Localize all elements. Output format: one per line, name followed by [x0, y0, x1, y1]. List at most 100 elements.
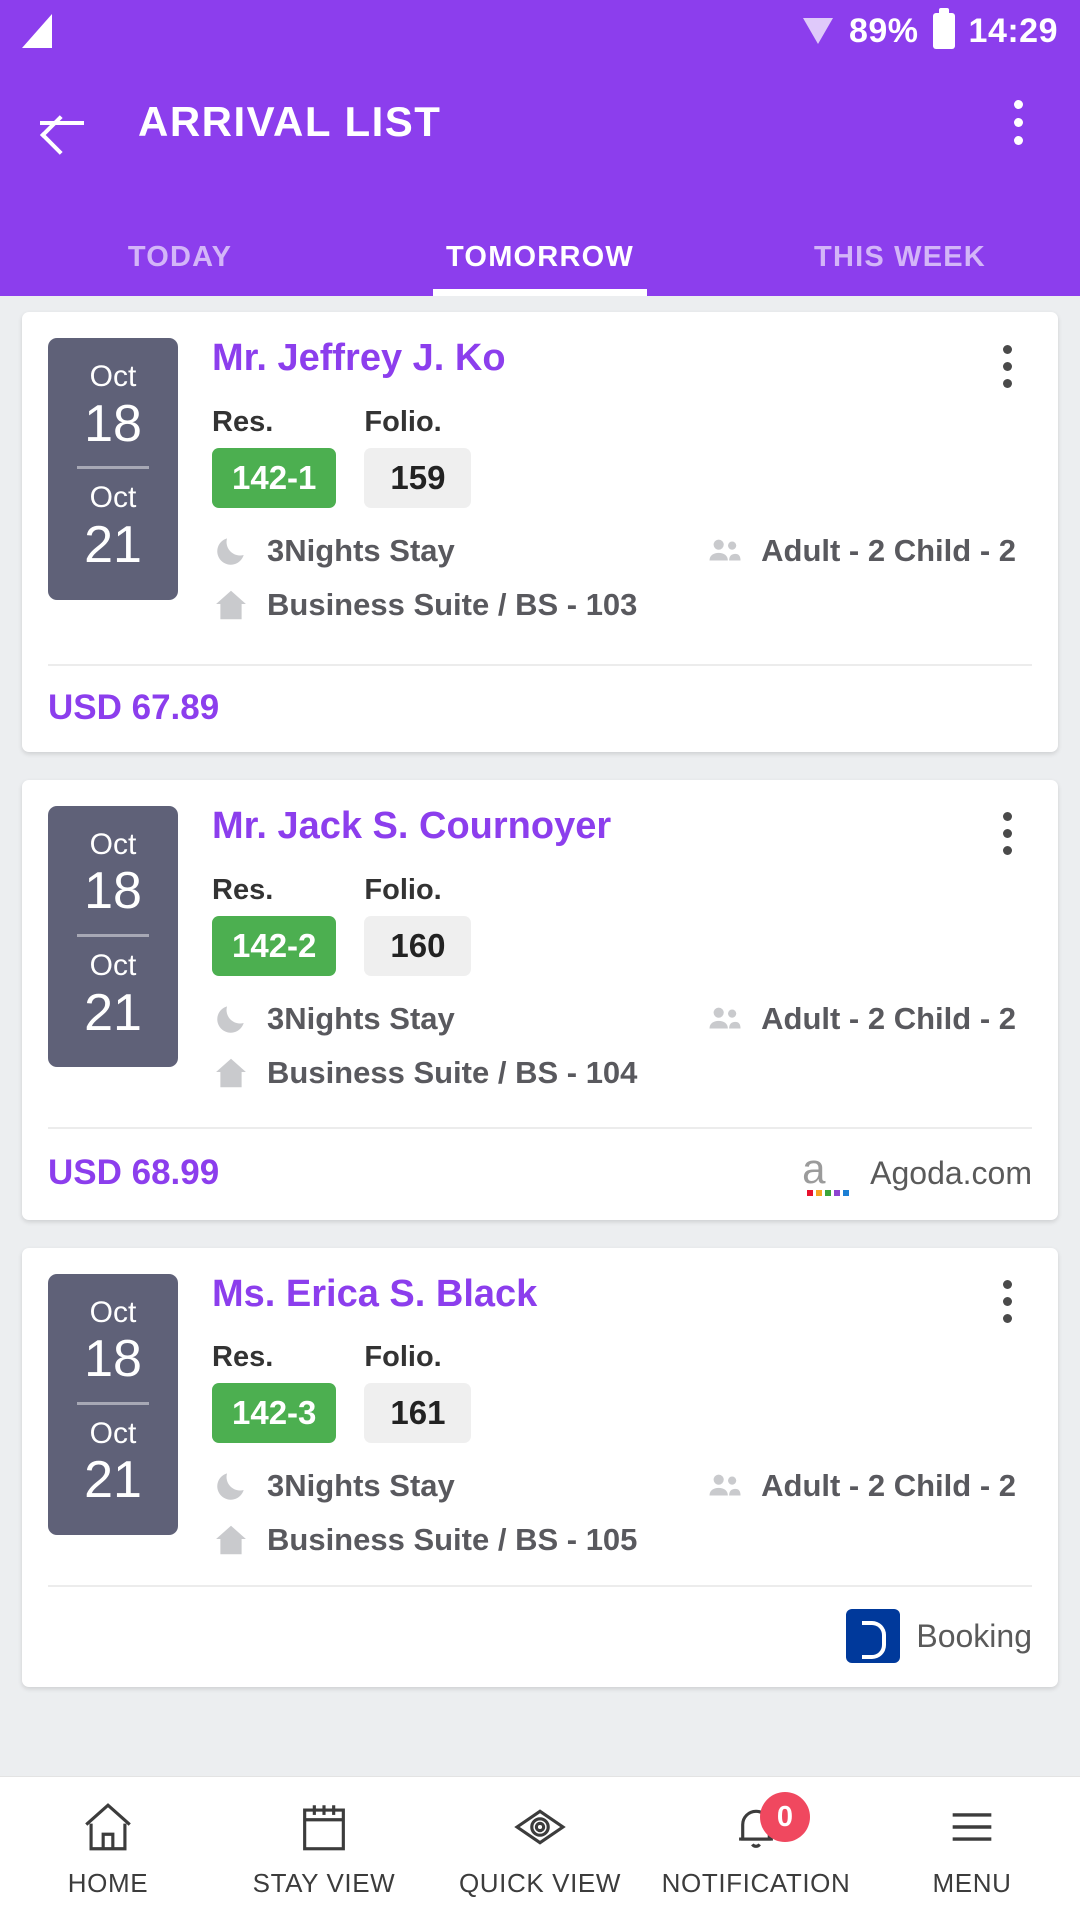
nights-info: 3Nights Stay	[212, 1000, 455, 1038]
overflow-dot	[1002, 1280, 1012, 1290]
check-out-month: Oct	[89, 949, 137, 983]
people-icon	[706, 1467, 744, 1505]
tab-this-week[interactable]: THIS WEEK	[720, 182, 1080, 296]
check-in-month: Oct	[89, 1295, 137, 1329]
guest-name: Ms. Erica S. Black	[212, 1272, 538, 1315]
nights-info: 3Nights Stay	[212, 532, 455, 570]
res-column: Res. 142-3	[212, 1341, 337, 1444]
card-footer: Booking	[22, 1585, 1058, 1687]
nights-label: 3Nights Stay	[267, 1468, 455, 1504]
nights-label: 3Nights Stay	[267, 532, 455, 568]
nav-label-menu: MENU	[932, 1868, 1012, 1898]
nav-label-quick-view: QUICK VIEW	[458, 1868, 621, 1898]
card-body: Ms. Erica S. Black Res. 142-3 Folio. 161…	[178, 1272, 1058, 1576]
clock-label: 14:29	[968, 11, 1058, 50]
tab-bar: TODAY TOMORROW THIS WEEK	[0, 182, 1080, 296]
meta-row-room: Business Suite / BS - 104	[212, 1054, 1034, 1092]
folio-badge[interactable]: 160	[364, 915, 472, 976]
tab-today[interactable]: TODAY	[0, 182, 360, 296]
folio-badge[interactable]: 161	[364, 1383, 472, 1444]
res-label: Res.	[212, 873, 274, 906]
arrival-list[interactable]: Oct 18 Oct 21 Mr. Jeffrey J. Ko Res. 142…	[0, 296, 1080, 1776]
agoda-dot-purple	[834, 1189, 841, 1196]
check-in-day: 18	[84, 862, 142, 921]
folio-label: Folio.	[364, 873, 442, 906]
agoda-dots	[802, 1189, 854, 1196]
meta-row-room: Business Suite / BS - 103	[212, 586, 1034, 624]
res-label: Res.	[212, 1341, 274, 1374]
folio-column: Folio. 159	[364, 405, 472, 508]
nav-item-home[interactable]: HOME	[0, 1798, 216, 1899]
overflow-dot	[1002, 1297, 1012, 1307]
card-overflow-menu-icon[interactable]	[982, 1274, 1032, 1330]
folio-badge[interactable]: 159	[364, 447, 472, 508]
overflow-dot	[1013, 117, 1023, 127]
overflow-dot	[1002, 829, 1012, 839]
res-badge[interactable]: 142-2	[212, 915, 337, 976]
occupancy-label: Adult - 2 Child - 2	[761, 1468, 1016, 1504]
arrival-card[interactable]: Oct 18 Oct 21 Ms. Erica S. Black Res. 14…	[22, 1247, 1058, 1688]
occupancy-label: Adult - 2 Child - 2	[761, 1000, 1016, 1036]
card-overflow-menu-icon[interactable]	[982, 338, 1032, 394]
notification-badge: 0	[760, 1792, 810, 1842]
card-footer-inner: USD 67.89	[48, 663, 1032, 752]
nav-label-home: HOME	[67, 1868, 149, 1898]
overflow-dot	[1002, 344, 1012, 354]
agoda-dot-orange	[816, 1189, 823, 1196]
res-badge[interactable]: 142-3	[212, 1383, 337, 1444]
overflow-dot	[1002, 378, 1012, 388]
folio-column: Folio. 160	[364, 873, 472, 976]
room-label: Business Suite / BS - 105	[267, 1522, 638, 1558]
check-out-day: 21	[84, 983, 142, 1042]
card-footer-inner: Booking	[48, 1585, 1032, 1687]
room-info: Business Suite / BS - 105	[212, 1521, 637, 1559]
status-bar-left	[22, 14, 52, 48]
booking-source-label: Booking	[916, 1617, 1032, 1654]
page-title: ARRIVAL LIST	[138, 98, 442, 145]
room-info: Business Suite / BS - 103	[212, 586, 637, 624]
arrival-card[interactable]: Oct 18 Oct 21 Mr. Jeffrey J. Ko Res. 142…	[22, 312, 1058, 752]
check-out-month: Oct	[89, 481, 137, 515]
bell-icon: 0	[727, 1792, 810, 1856]
status-bar-right: 89% 14:29	[801, 8, 1058, 51]
nav-label-stay-view: STAY VIEW	[252, 1868, 396, 1898]
check-out-day: 21	[84, 515, 142, 574]
home-icon	[212, 586, 250, 624]
guest-name: Mr. Jeffrey J. Ko	[212, 337, 506, 379]
date-block: Oct 18 Oct 21	[48, 805, 178, 1068]
tab-tomorrow[interactable]: TOMORROW	[360, 182, 720, 296]
occupancy-info: Adult - 2 Child - 2	[706, 532, 1034, 570]
overflow-menu-icon[interactable]	[990, 94, 1046, 150]
price-label: USD 68.99	[48, 1153, 220, 1193]
home-icon	[212, 1521, 250, 1559]
back-arrow-icon[interactable]	[34, 94, 90, 150]
res-badge[interactable]: 142-1	[212, 447, 337, 508]
card-body: Mr. Jeffrey J. Ko Res. 142-1 Folio. 159 …	[178, 337, 1058, 640]
nav-item-quick-view[interactable]: QUICK VIEW	[432, 1798, 648, 1899]
eye-icon	[511, 1798, 569, 1856]
meta-row-nights: 3Nights Stay Adult - 2 Child - 2	[212, 1000, 1034, 1038]
meta-row-nights: 3Nights Stay Adult - 2 Child - 2	[212, 1467, 1034, 1505]
room-label: Business Suite / BS - 104	[267, 1054, 638, 1090]
status-bar: 89% 14:29	[0, 0, 1080, 62]
nav-item-stay-view[interactable]: STAY VIEW	[216, 1798, 432, 1899]
nav-item-menu[interactable]: MENU	[864, 1798, 1080, 1899]
check-out-month: Oct	[89, 1416, 137, 1450]
moon-icon	[212, 1000, 250, 1038]
nav-item-notification[interactable]: 0 NOTIFICATION	[648, 1792, 864, 1899]
card-footer: USD 67.89	[22, 663, 1058, 752]
card-overflow-menu-icon[interactable]	[982, 806, 1032, 862]
agoda-letter: a	[802, 1144, 826, 1192]
res-column: Res. 142-1	[212, 406, 337, 508]
res-column: Res. 142-2	[212, 873, 337, 976]
signal-triangle-icon	[22, 14, 52, 48]
battery-icon	[932, 8, 955, 49]
check-in-month: Oct	[89, 827, 137, 861]
date-block: Oct 18 Oct 21	[48, 1273, 178, 1536]
folio-label: Folio.	[364, 405, 442, 438]
price-label: USD 67.89	[48, 687, 220, 727]
room-label: Business Suite / BS - 103	[267, 586, 638, 622]
date-separator	[77, 1401, 149, 1405]
date-separator	[77, 466, 149, 470]
arrival-card[interactable]: Oct 18 Oct 21 Mr. Jack S. Cournoyer Res.…	[22, 779, 1058, 1220]
